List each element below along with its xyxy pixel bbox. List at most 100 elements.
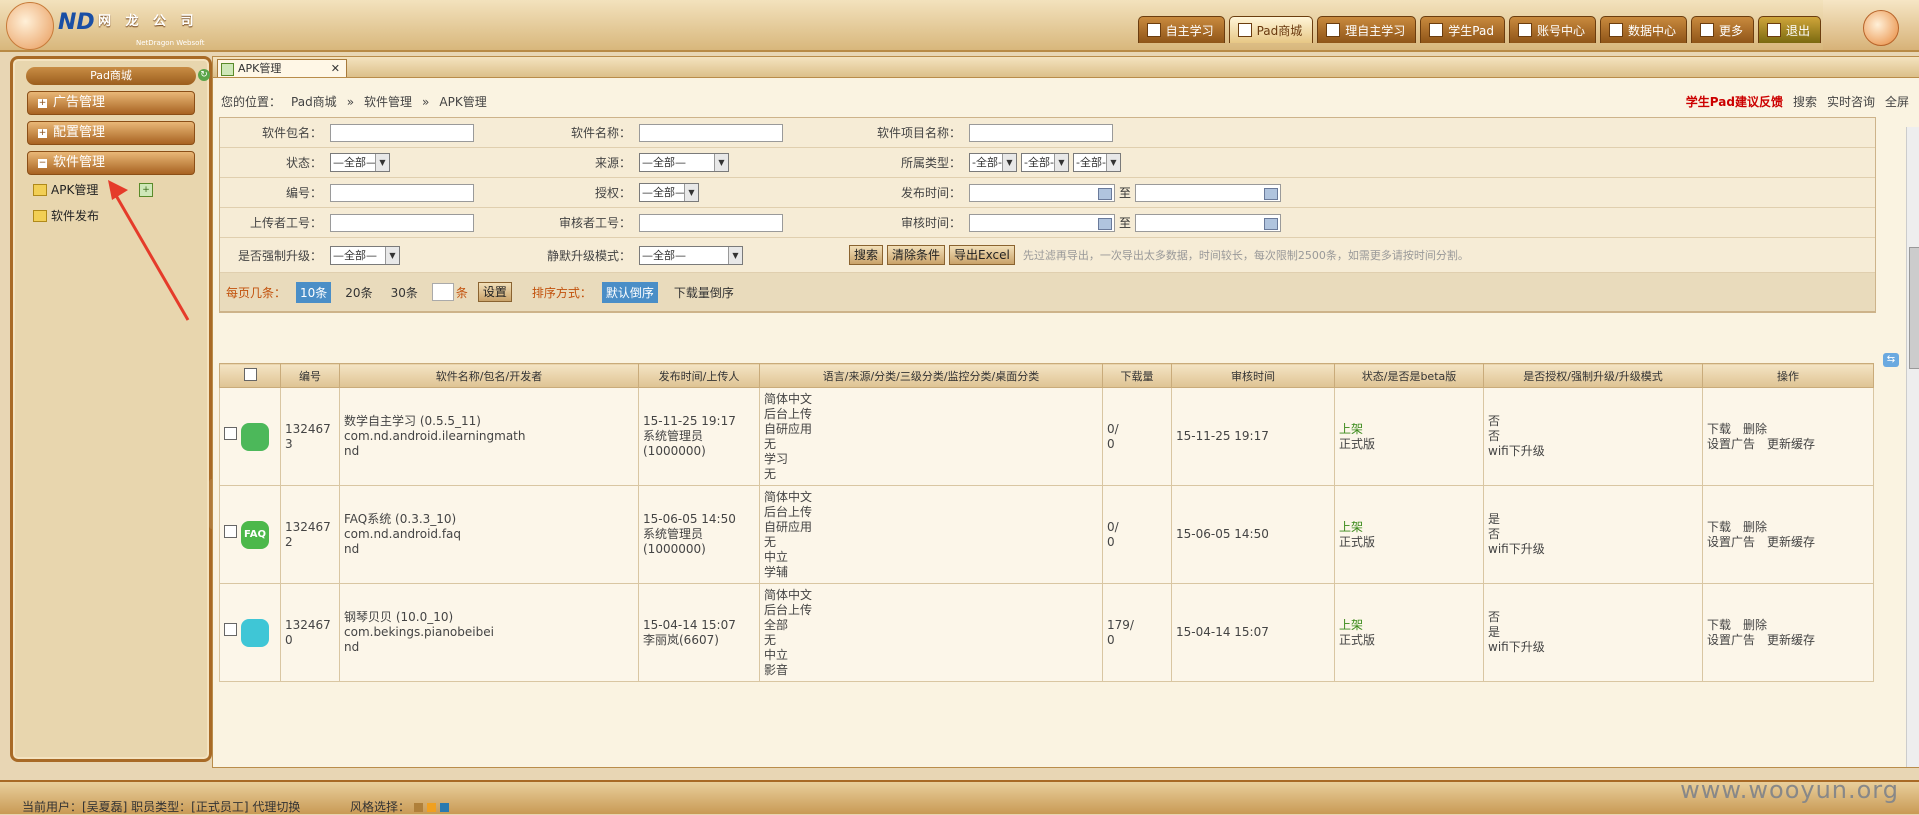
proj-input[interactable] [969,123,1113,142]
feedback-link[interactable]: 学生Pad建议反馈 [1686,93,1783,110]
search-link[interactable]: 搜索 [1793,93,1817,110]
fullscreen-link[interactable]: 全屏 [1885,93,1909,110]
cell-ops: 下载 删除 设置广告 更新缓存 [1702,387,1874,486]
company-logo[interactable]: ND 网 龙 公 司 NetDragon Websoft Inc [6,2,214,69]
col-header[interactable]: 状态/是否是beta版 [1334,363,1484,388]
source-select[interactable]: —全部— ▼ [639,153,729,172]
skin-orange[interactable] [427,803,437,812]
sidebar-title: Pad商城 ↻ [26,67,210,85]
type-select-3[interactable]: -全部- ▼ [1073,153,1121,172]
col-header[interactable]: 发布时间/上传人 [638,363,760,388]
per-page-30[interactable]: 30条 [387,282,422,303]
beta-flag: 正式版 [1339,534,1376,549]
force-select[interactable]: —全部— ▼ [330,245,400,265]
footer: 当前用户：[吴夏磊] 职员类型：[正式员工] 代理切换 风格选择： www.wo… [0,776,1919,814]
per-page-10[interactable]: 10条 [296,281,332,303]
col-header[interactable]: 下载量 [1102,363,1172,388]
per-page-20[interactable]: 20条 [341,282,376,303]
silent-select[interactable]: —全部— ▼ [639,245,743,265]
nav-tab-4[interactable]: 账号中心 [1508,16,1596,43]
per-page-input[interactable] [431,283,454,301]
uploader-input[interactable] [330,213,474,232]
row-checkbox[interactable] [224,525,237,538]
pub-end-date[interactable] [1135,183,1282,202]
app-name[interactable]: 钢琴贝贝 (10.0_10) [344,610,634,625]
nav-tab-7[interactable]: 退出 [1757,16,1821,43]
download-link[interactable]: 下载 [1707,422,1731,436]
sidebar-group-ad[interactable]: + 广告管理 [27,91,195,115]
breadcrumb-item[interactable]: 软件管理 [364,95,412,109]
col-header[interactable]: 语言/来源/分类/三级分类/监控分类/桌面分类 [759,363,1103,388]
nav-tab-2[interactable]: 理自主学习 [1317,16,1417,43]
nav-tab-label: Pad商城 [1256,23,1303,38]
refresh-float-icon[interactable]: ⇆ [1883,353,1899,367]
col-header[interactable]: 操作 [1702,363,1874,388]
row-checkbox[interactable] [224,623,237,636]
set-ad-link[interactable]: 设置广告 [1707,633,1755,647]
breadcrumb-item[interactable]: Pad商城 [291,95,337,109]
skin-brown[interactable] [414,803,424,812]
book-icon [1146,23,1161,37]
col-header[interactable]: 是否授权/强制升级/升级模式 [1483,363,1703,388]
audit-end-date[interactable] [1135,213,1282,232]
tab-apk[interactable]: APK管理 ✕ [217,59,347,77]
status-select[interactable]: —全部— ▼ [330,153,390,172]
close-icon[interactable]: ✕ [331,60,340,78]
name-input[interactable] [639,123,783,142]
nav-tab-3[interactable]: 学生Pad [1420,16,1505,43]
refresh-icon[interactable]: ↻ [198,69,210,81]
clear-button[interactable]: 清除条件 [887,245,946,265]
sort-default[interactable]: 默认倒序 [601,281,658,303]
delete-link[interactable]: 删除 [1743,618,1767,632]
sidebar-group-config[interactable]: + 配置管理 [27,121,195,145]
nav-tab-0[interactable]: 自主学习 [1137,16,1225,43]
auditor-input[interactable] [639,213,783,232]
scroll-thumb[interactable] [1909,247,1919,369]
app-package: com.bekings.pianobeibei [344,625,494,639]
download-link[interactable]: 下载 [1707,520,1731,534]
nav-tab-5[interactable]: 数据中心 [1599,16,1687,43]
sidebar-item-label: 软件发布 [51,209,100,223]
refresh-cache-link[interactable]: 更新缓存 [1767,535,1815,549]
current-user: 当前用户：[吴夏磊] 职员类型：[正式员工] 代理切换 [22,800,301,814]
delete-link[interactable]: 删除 [1743,422,1767,436]
export-button[interactable]: 导出Excel [949,245,1015,265]
cell-name: 钢琴贝贝 (10.0_10) com.bekings.pianobeibei nd [339,583,639,682]
vertical-scrollbar[interactable] [1906,127,1919,767]
pkg-input[interactable] [330,123,474,142]
delete-link[interactable]: 删除 [1743,520,1767,534]
calendar-icon[interactable] [1264,217,1279,230]
set-ad-link[interactable]: 设置广告 [1707,535,1755,549]
set-button[interactable]: 设置 [477,282,512,302]
search-button[interactable]: 搜索 [849,245,884,265]
pub-start-date[interactable] [969,183,1115,202]
download-link[interactable]: 下载 [1707,618,1731,632]
sort-download[interactable]: 下载量倒序 [674,284,734,301]
consult-link[interactable]: 实时咨询 [1827,93,1875,110]
col-header[interactable]: 审核时间 [1171,363,1335,388]
pub-time: 15-11-25 19:17 [643,414,736,428]
nav-tab-6[interactable]: 更多 [1690,16,1754,43]
calendar-icon[interactable] [1098,217,1112,230]
calendar-icon[interactable] [1098,187,1112,200]
audit-start-date[interactable] [969,213,1115,232]
row-checkbox[interactable] [224,427,237,440]
app-developer: nd [344,444,360,458]
refresh-cache-link[interactable]: 更新缓存 [1767,437,1815,451]
nav-tab-1[interactable]: Pad商城 [1228,16,1314,43]
calendar-icon[interactable] [1264,187,1279,200]
auth-select[interactable]: —全部— ▼ [639,183,699,202]
app-name[interactable]: 数学自主学习 (0.5.5_11) [344,414,634,429]
refresh-cache-link[interactable]: 更新缓存 [1767,633,1815,647]
chevron-down-icon: ▼ [1106,154,1120,171]
cell-ops: 下载 删除 设置广告 更新缓存 [1702,583,1874,682]
type-select-1[interactable]: -全部- ▼ [969,153,1017,172]
col-header[interactable]: 软件名称/包名/开发者 [339,363,639,388]
col-header[interactable]: 编号 [280,363,340,388]
skin-blue[interactable] [440,803,450,812]
select-all-checkbox[interactable] [243,367,257,381]
app-name[interactable]: FAQ系统 (0.3.3_10) [344,512,634,527]
code-input[interactable] [330,183,474,202]
set-ad-link[interactable]: 设置广告 [1707,437,1755,451]
type-select-2[interactable]: -全部- ▼ [1021,153,1069,172]
